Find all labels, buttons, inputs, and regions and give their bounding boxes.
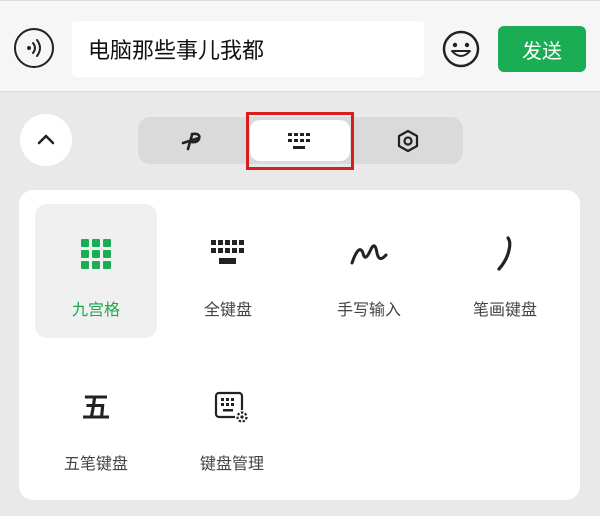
keyboard-option-label: 九宫格 [71,300,120,319]
keyboard-options-panel: 九宫格 全键盘 手写输入 笔画键盘 五 五笔键盘 键盘管理 [19,190,580,500]
keyboard-option-stroke[interactable]: 笔画键盘 [444,204,566,338]
smiley-icon [442,30,480,68]
stroke-icon [497,236,512,271]
nine-grid-icon [81,239,111,269]
send-button[interactable]: 发送 [498,26,586,72]
full-keyboard-icon [211,240,244,264]
keyboard-option-handwriting[interactable]: 手写输入 [308,204,430,338]
message-input-text: 电脑那些事儿我都 [88,39,265,64]
settings-hexagon-icon [397,129,419,152]
handwriting-p-icon [181,132,201,150]
wubi-icon: 五 [81,391,110,424]
tab-settings[interactable] [358,117,458,164]
input-toolbar: 电脑那些事儿我都 发送 [0,0,600,92]
keyboard-option-label: 五笔键盘 [63,454,128,473]
collapse-button[interactable] [20,114,72,166]
keyboard-option-label: 笔画键盘 [472,300,537,319]
voice-wave-icon [27,39,41,57]
keyboard-option-wubi[interactable]: 五 五笔键盘 [35,358,157,492]
keyboard-option-full[interactable]: 全键盘 [167,204,289,338]
keyboard-option-manage[interactable]: 键盘管理 [171,358,293,492]
message-input[interactable]: 电脑那些事儿我都 [72,21,424,77]
emoji-button[interactable] [441,29,481,69]
tab-handwriting[interactable] [142,117,242,164]
keyboard-option-label: 手写输入 [336,300,401,319]
keyboard-option-label: 键盘管理 [199,454,264,473]
highlight-annotation [246,112,354,170]
keyboard-option-label: 全键盘 [203,300,252,319]
handwriting-squiggle-icon [350,244,388,265]
keyboard-settings-icon [214,391,249,424]
voice-input-button[interactable] [14,28,54,68]
keyboard-option-nine-grid[interactable]: 九宫格 [35,204,157,338]
chevron-up-icon [37,134,55,145]
